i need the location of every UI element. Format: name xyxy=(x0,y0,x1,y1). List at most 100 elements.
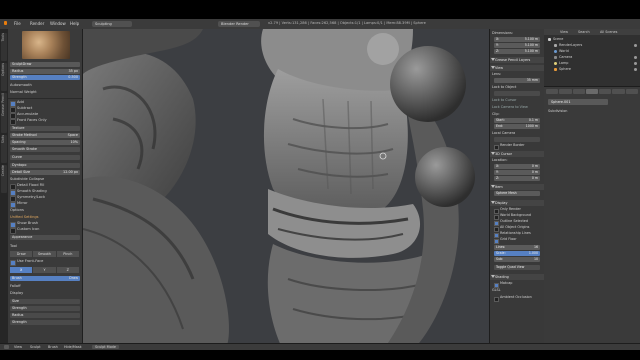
menu-help[interactable]: Help xyxy=(70,21,79,26)
toggle-quad-view-button[interactable]: Toggle Quad View xyxy=(494,265,540,270)
shading-section[interactable]: Shading xyxy=(490,274,544,280)
lock-object-field[interactable] xyxy=(494,91,540,96)
use-frontface-checkbox[interactable] xyxy=(10,260,16,266)
grid-floor-checkbox[interactable] xyxy=(494,239,499,244)
falloff-header: Falloff xyxy=(10,284,21,288)
cursor-y-field[interactable]: Y: 0 m xyxy=(494,170,540,175)
outliner-display-mode[interactable]: All Scenes xyxy=(600,30,617,34)
lens-field[interactable]: 35 mm xyxy=(494,78,540,83)
editor-type-icon[interactable] xyxy=(4,345,9,349)
subtract-label: Subtract xyxy=(17,106,33,110)
all-origins-checkbox[interactable] xyxy=(494,227,499,232)
clip-start-field[interactable]: Start: 0.1 m xyxy=(494,118,540,123)
grid-subdivisions-field[interactable]: Sub: 10 xyxy=(494,257,540,262)
smooth-stroke-button[interactable]: Smooth Stroke xyxy=(10,147,80,152)
cursor-x-field[interactable]: X: 0 m xyxy=(494,164,540,169)
grease-pencil-section[interactable]: Grease Pencil Layers xyxy=(490,57,544,63)
display-section[interactable]: Display xyxy=(490,200,544,206)
tab-create[interactable]: Create xyxy=(1,165,7,193)
world-background-checkbox[interactable] xyxy=(494,215,499,220)
grid-scale-field[interactable]: Scale: 1.000 xyxy=(494,251,540,256)
brush-tab-draw[interactable]: Draw xyxy=(10,251,33,257)
tab-options[interactable]: Options xyxy=(1,63,7,91)
divider xyxy=(8,98,82,99)
menu-hide-mask[interactable]: Hide/Mask xyxy=(64,345,82,349)
menu-render[interactable]: Render xyxy=(30,21,44,26)
spacing-slider[interactable]: Spacing 10% xyxy=(10,140,80,145)
outline-selected-checkbox[interactable] xyxy=(494,221,499,226)
brush-tab-pinch[interactable]: Pinch xyxy=(56,251,79,257)
world-tab-icon[interactable] xyxy=(572,89,585,94)
outliner-item-camera[interactable]: Camera xyxy=(554,55,572,60)
outliner-view-menu[interactable]: View xyxy=(560,30,568,34)
mirror-x-toggle[interactable]: X xyxy=(10,267,33,273)
view-section[interactable]: View xyxy=(490,65,544,71)
menu-window[interactable]: Window xyxy=(50,21,66,26)
cursor-z-field[interactable]: Z: 0 m xyxy=(494,176,540,181)
unified-strength-field[interactable]: Strength xyxy=(10,306,80,311)
tab-slots[interactable]: Slots xyxy=(1,135,7,163)
render-border-checkbox[interactable] xyxy=(494,145,499,150)
object-name-field[interactable]: Sphere.001 xyxy=(548,99,608,105)
scene-tab-icon[interactable] xyxy=(559,89,572,94)
relationship-lines-checkbox[interactable] xyxy=(494,233,499,238)
radius-px-field[interactable]: Radius xyxy=(10,313,80,318)
render-tab-icon[interactable] xyxy=(546,89,559,94)
render-engine-selector[interactable]: Blender Render xyxy=(218,21,260,27)
texture-tab-icon[interactable] xyxy=(625,89,638,94)
texture-panel-header[interactable]: Texture xyxy=(10,126,80,131)
brush-tab-smooth[interactable]: Smooth xyxy=(33,251,56,257)
custom-icon-checkbox[interactable] xyxy=(10,228,16,234)
blender-logo-icon[interactable] xyxy=(4,21,7,25)
eye-icon[interactable] xyxy=(634,56,637,59)
appearance-panel-header[interactable]: Appearance xyxy=(10,235,80,240)
outliner-item-world[interactable]: World xyxy=(554,49,569,54)
eye-icon[interactable] xyxy=(634,44,637,47)
outliner-search-menu[interactable]: Search xyxy=(578,30,590,34)
object-tab-icon[interactable] xyxy=(585,89,599,94)
tab-tools[interactable]: Tools xyxy=(1,33,7,61)
ambient-occlusion-checkbox[interactable] xyxy=(494,297,499,302)
local-camera-field[interactable] xyxy=(494,137,540,142)
modifier-tab-icon[interactable] xyxy=(599,89,612,94)
material-tab-icon[interactable] xyxy=(612,89,625,94)
grid-lines-field[interactable]: Lines: 16 xyxy=(494,245,540,250)
eye-icon[interactable] xyxy=(634,62,637,65)
mirror-axis-tabs: X Y Z xyxy=(10,267,80,273)
dimension-y-field[interactable]: Y: 5.100 m xyxy=(494,43,540,48)
dimension-z-field[interactable]: Z: 5.100 m xyxy=(494,49,540,54)
clip-end-field[interactable]: End: 1000 m xyxy=(494,124,540,129)
layout-selector[interactable]: Sculpting xyxy=(92,21,132,27)
dyntopo-panel-header[interactable]: Dyntopo xyxy=(10,163,80,168)
3d-viewport[interactable]: (1) Sphere xyxy=(83,29,489,350)
outliner-item-sphere[interactable]: Sphere xyxy=(554,67,571,72)
menu-view[interactable]: View xyxy=(14,345,22,349)
strength-slider[interactable]: Strength 0.500 xyxy=(10,75,80,80)
sculpt-tool-select[interactable]: Brush Draw xyxy=(10,276,80,281)
outliner-item-lamp[interactable]: Lamp xyxy=(554,61,568,66)
brush-name-field[interactable]: SculptDraw xyxy=(10,62,80,67)
item-name-field[interactable]: Sphere Mesh xyxy=(494,191,540,196)
item-section[interactable]: Item xyxy=(490,184,544,190)
menu-sculpt[interactable]: Sculpt xyxy=(30,345,41,349)
menu-brush[interactable]: Brush xyxy=(48,345,58,349)
front-faces-checkbox[interactable] xyxy=(10,119,16,125)
detail-size-slider[interactable]: Detail Size 12.00 px xyxy=(10,170,80,175)
mode-selector[interactable]: Sculpt Mode xyxy=(92,345,119,349)
mirror-z-toggle[interactable]: Z xyxy=(56,267,79,273)
only-render-checkbox[interactable] xyxy=(494,209,499,214)
mirror-y-toggle[interactable]: Y xyxy=(33,267,56,273)
brush-preview-thumbnail[interactable] xyxy=(22,31,70,59)
3d-cursor-section[interactable]: 3D Cursor xyxy=(490,151,544,157)
outliner-item-renderlayers[interactable]: RenderLayers xyxy=(554,43,582,48)
radius-slider[interactable]: Radius 35 px xyxy=(10,69,80,74)
curve-panel-header[interactable]: Curve xyxy=(10,155,80,160)
strength-px-field[interactable]: Strength xyxy=(10,320,80,325)
size-field[interactable]: Size xyxy=(10,299,80,304)
menu-file[interactable]: File xyxy=(14,21,21,26)
eye-icon[interactable] xyxy=(634,68,637,71)
stroke-method-select[interactable]: Stroke Method Space xyxy=(10,133,80,138)
outliner-item-scene[interactable]: Scene xyxy=(548,37,563,42)
dimension-x-field[interactable]: X: 5.100 m xyxy=(494,37,540,42)
tab-grease-pencil[interactable]: Grease Pencil xyxy=(1,93,7,133)
